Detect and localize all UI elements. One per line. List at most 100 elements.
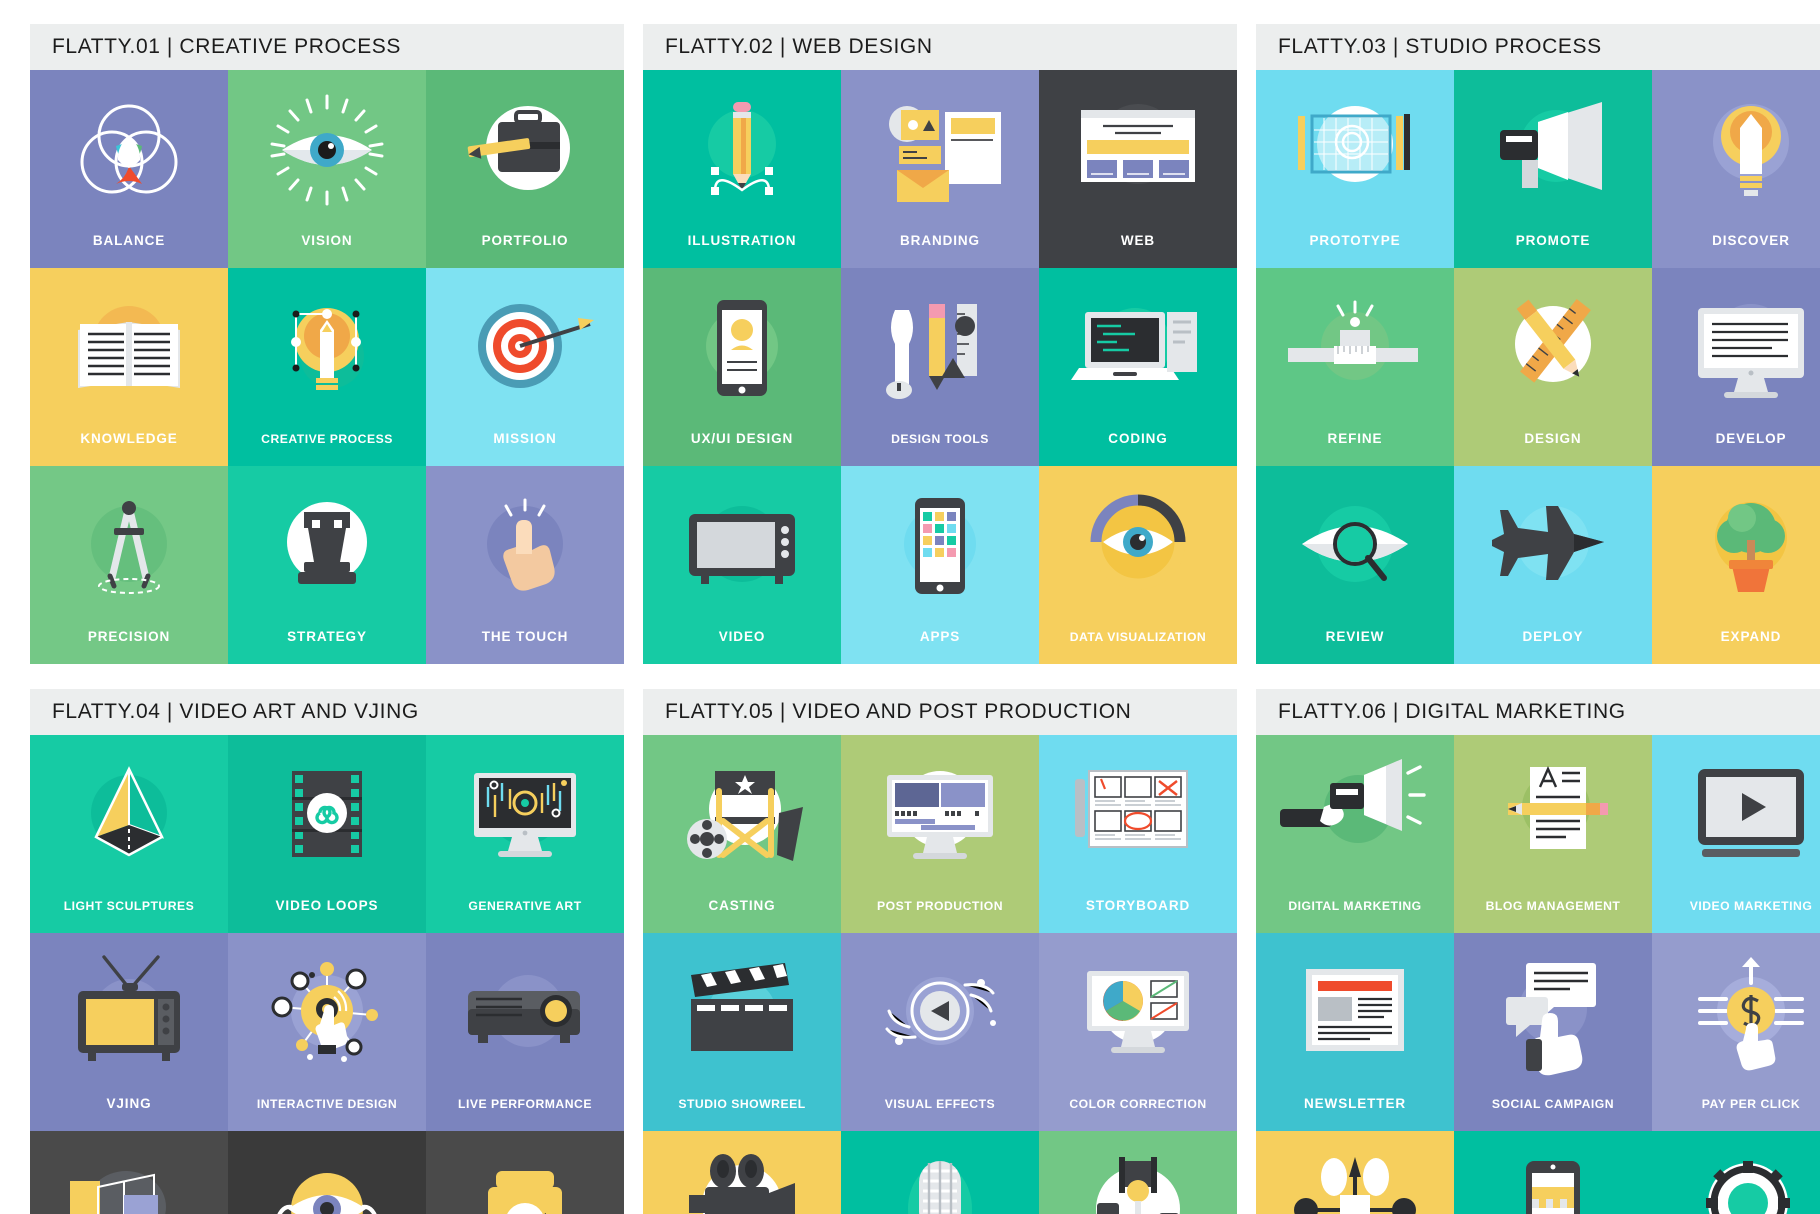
tile-live-performance[interactable]: LIVE PERFORMANCE	[426, 933, 624, 1131]
tile-casting[interactable]: CASTING	[643, 735, 841, 933]
briefcase-pencil-icon	[450, 86, 600, 214]
tile-generative-art[interactable]: GENERATIVE ART	[426, 735, 624, 933]
clapperboard-icon	[667, 949, 817, 1077]
tile-data-visualization[interactable]: DATA VISUALIZATION	[1039, 466, 1237, 664]
tile-design[interactable]: DESIGN	[1454, 268, 1652, 466]
tile-seo-gear-magnifier[interactable]	[1652, 1131, 1820, 1214]
tile-label: CREATIVE PROCESS	[261, 432, 393, 446]
tile-video[interactable]: VIDEO	[643, 466, 841, 664]
video-camera-box-icon	[450, 1147, 600, 1214]
tile-mobile-shop[interactable]: %	[1454, 1131, 1652, 1214]
venn-circles-icon	[54, 86, 204, 214]
tile-ux-ui-design[interactable]: UX/UI DESIGN	[643, 268, 841, 466]
tile-the-touch[interactable]: THE TOUCH	[426, 466, 624, 664]
tile-label: NEWSLETTER	[1304, 1096, 1406, 1111]
tile-refine[interactable]: REFINE	[1256, 268, 1454, 466]
tile-storyboard[interactable]: STORYBOARD	[1039, 735, 1237, 933]
tile-expand[interactable]: EXPAND	[1652, 466, 1820, 664]
drawing-tablet-icon	[1280, 86, 1430, 214]
tile-pay-per-click[interactable]: PAY PER CLICK	[1652, 933, 1820, 1131]
tile-microphone[interactable]	[841, 1131, 1039, 1214]
pencil-bezier-icon	[667, 86, 817, 214]
tile-apps[interactable]: APPS	[841, 466, 1039, 664]
tile-studio-lights[interactable]	[1039, 1131, 1237, 1214]
tile-interactive-design[interactable]: INTERACTIVE DESIGN	[228, 933, 426, 1131]
tile-video-marketing[interactable]: VIDEO MARKETING	[1652, 735, 1820, 933]
icon-set-board: FLATTY.01 | CREATIVE PROCESS BALANCE VIS…	[0, 0, 1820, 1214]
tile-illustration[interactable]: ILLUSTRATION	[643, 70, 841, 268]
laptop-code-icon	[1063, 284, 1213, 412]
tile-develop[interactable]: DEVELOP	[1652, 268, 1820, 466]
panel-title: FLATTY.02 | WEB DESIGN	[665, 35, 933, 58]
tile-movie-camera[interactable]	[643, 1131, 841, 1214]
tile-visual-effects[interactable]: VISUAL EFFECTS	[841, 933, 1039, 1131]
panel-header: FLATTY.06 | DIGITAL MARKETING	[1256, 689, 1820, 735]
tile-review[interactable]: REVIEW	[1256, 466, 1454, 664]
tile-prototype[interactable]: PROTOTYPE	[1256, 70, 1454, 268]
tile-video-loops[interactable]: VIDEO LOOPS	[228, 735, 426, 933]
tile-label: CASTING	[708, 898, 776, 913]
tile-promote[interactable]: PROMOTE	[1454, 70, 1652, 268]
tile-label: MISSION	[493, 431, 557, 446]
tile-light-sculptures[interactable]: LIGHT SCULPTURES	[30, 735, 228, 933]
panel-flatty-06: FLATTY.06 | DIGITAL MARKETING DIGITAL MA…	[1256, 689, 1820, 1214]
studio-lights-icon	[1063, 1147, 1213, 1214]
tile-design-tools[interactable]: DESIGN TOOLS	[841, 268, 1039, 466]
tile-vjing[interactable]: VJING	[30, 933, 228, 1131]
tile-label: CODING	[1108, 431, 1168, 446]
tile-vision[interactable]: VISION	[228, 70, 426, 268]
tile-discover[interactable]: DISCOVER	[1652, 70, 1820, 268]
tile-label: LIVE PERFORMANCE	[458, 1097, 592, 1111]
tile-label: STORYBOARD	[1085, 898, 1191, 913]
tile-balance[interactable]: BALANCE	[30, 70, 228, 268]
tile-label: UX/UI DESIGN	[690, 431, 794, 446]
tile-eye-cable[interactable]	[228, 1131, 426, 1214]
tile-precision[interactable]: PRECISION	[30, 466, 228, 664]
tile-portfolio[interactable]: PORTFOLIO	[426, 70, 624, 268]
tile-label: ILLUSTRATION	[687, 233, 797, 248]
tile-creative-process[interactable]: CREATIVE PROCESS	[228, 268, 426, 466]
tile-video-camera-box[interactable]	[426, 1131, 624, 1214]
tile-label: POST PRODUCTION	[877, 899, 1003, 913]
target-dart-icon	[450, 284, 600, 412]
tile-knowledge[interactable]: KNOWLEDGE	[30, 268, 228, 466]
storyboard-grid-icon	[1063, 751, 1213, 879]
tile-projection-mapping[interactable]	[30, 1131, 228, 1214]
projection-mapping-icon	[54, 1147, 204, 1214]
tile-label: PROTOTYPE	[1309, 233, 1401, 248]
stationery-set-icon	[865, 86, 1015, 214]
panel-header: FLATTY.04 | VIDEO ART AND VJING	[30, 689, 624, 735]
movie-camera-icon	[667, 1147, 817, 1214]
tile-mission[interactable]: MISSION	[426, 268, 624, 466]
eye-cable-icon	[252, 1147, 402, 1214]
tile-label: EXPAND	[1720, 629, 1782, 644]
tile-label: DISCOVER	[1712, 233, 1790, 248]
tile-studio-showreel[interactable]: STUDIO SHOWREEL	[643, 933, 841, 1131]
tile-post-production[interactable]: POST PRODUCTION	[841, 735, 1039, 933]
lightbulb-pencil-icon	[252, 284, 402, 412]
eye-magnifier-icon	[1280, 482, 1430, 610]
caliper-measure-icon	[1280, 284, 1430, 412]
tile-label: LIGHT SCULPTURES	[63, 899, 195, 913]
retro-tv-icon	[667, 482, 817, 610]
color-wheel-monitor-icon	[1063, 949, 1213, 1077]
tile-label: PAY PER CLICK	[1701, 1097, 1801, 1111]
tile-blog-management[interactable]: BLOG MANAGEMENT	[1454, 735, 1652, 933]
tile-social-campaign[interactable]: SOCIAL CAMPAIGN	[1454, 933, 1652, 1131]
film-infinity-icon	[252, 751, 402, 879]
tile-branding[interactable]: BRANDING	[841, 70, 1039, 268]
panel-title: FLATTY.03 | STUDIO PROCESS	[1278, 35, 1602, 58]
tile-coding[interactable]: CODING	[1039, 268, 1237, 466]
panel-title: FLATTY.01 | CREATIVE PROCESS	[52, 35, 402, 58]
tile-deploy[interactable]: DEPLOY	[1454, 466, 1652, 664]
tile-strategy[interactable]: STRATEGY	[228, 466, 426, 664]
tile-label: PROMOTE	[1515, 233, 1591, 248]
generative-monitor-icon	[450, 751, 600, 879]
tile-color-correction[interactable]: COLOR CORRECTION	[1039, 933, 1237, 1131]
tile-label: DIGITAL MARKETING	[1288, 899, 1422, 913]
tile-newsletter[interactable]: NEWSLETTER	[1256, 933, 1454, 1131]
tile-web[interactable]: WEB	[1039, 70, 1237, 268]
tile-digital-marketing[interactable]: DIGITAL MARKETING	[1256, 735, 1454, 933]
tile-network-share[interactable]	[1256, 1131, 1454, 1214]
thumbs-up-chat-icon	[1478, 949, 1628, 1077]
